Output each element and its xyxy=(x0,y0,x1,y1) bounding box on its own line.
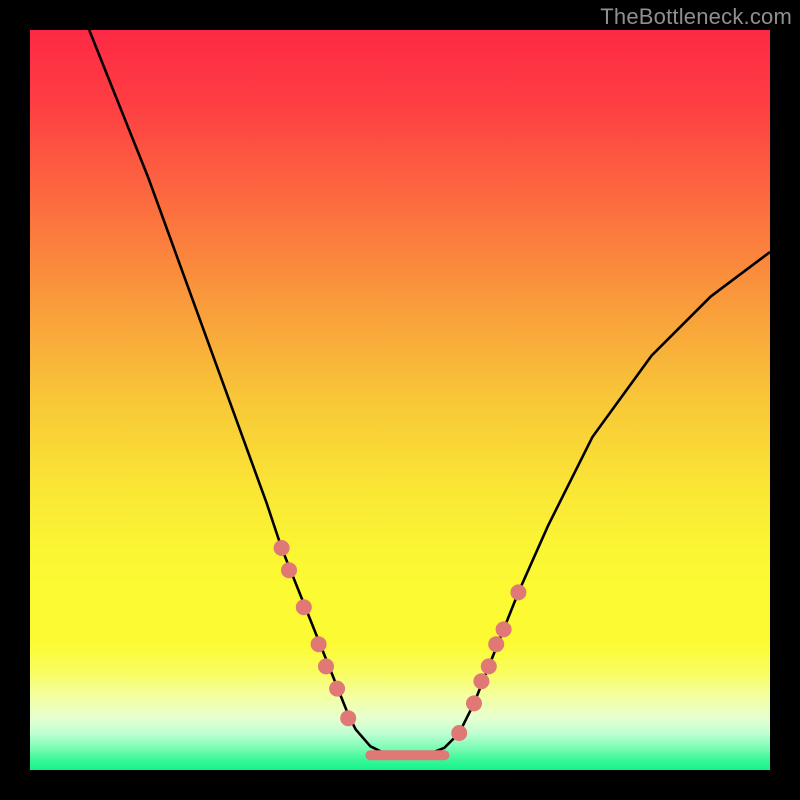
curve-layer xyxy=(30,30,770,770)
marker-dot xyxy=(466,695,482,711)
marker-dot xyxy=(481,658,497,674)
marker-dot xyxy=(451,725,467,741)
marker-dot xyxy=(340,710,356,726)
marker-dot xyxy=(496,621,512,637)
bottleneck-curve xyxy=(89,30,770,757)
marker-dot xyxy=(274,540,290,556)
marker-dot xyxy=(281,562,297,578)
marker-dots-right xyxy=(451,584,526,741)
marker-dot xyxy=(329,681,345,697)
chart-area xyxy=(30,30,770,770)
marker-dot xyxy=(473,673,489,689)
marker-dot xyxy=(488,636,504,652)
marker-dot xyxy=(296,599,312,615)
watermark-text: TheBottleneck.com xyxy=(600,4,792,30)
marker-dot xyxy=(510,584,526,600)
marker-dot xyxy=(318,658,334,674)
marker-dot xyxy=(311,636,327,652)
